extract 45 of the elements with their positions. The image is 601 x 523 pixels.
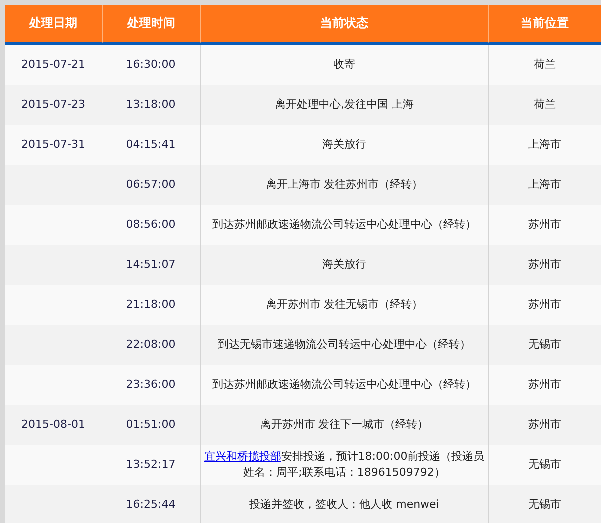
date-cell: 2015-07-21 (22, 57, 86, 73)
status-cell: 到达无锡市速递物流公司转运中心处理中心（经转） (218, 337, 471, 353)
status-cell: 离开处理中心,发往中国 上海 (275, 97, 414, 113)
time-cell: 06:57:00 (126, 177, 176, 193)
location-cell: 无锡市 (528, 457, 562, 473)
time-cell: 23:36:00 (126, 377, 176, 393)
location-cell: 上海市 (528, 137, 562, 153)
status-cell: 海关放行 (322, 257, 366, 273)
status-cell: 收寄 (334, 57, 356, 73)
date-cell: 2015-08-01 (22, 417, 86, 433)
status-cell: 投递并签收，签收人：他人收 menwei (250, 497, 440, 513)
date-cell: 2015-07-23 (22, 97, 86, 113)
status-cell: 离开苏州市 发往无锡市（经转） (266, 297, 424, 313)
location-cell: 荷兰 (534, 57, 556, 73)
time-cell: 16:30:00 (126, 57, 176, 73)
status-cell: 离开上海市 发往苏州市（经转） (266, 177, 424, 193)
location-cell: 苏州市 (528, 297, 562, 313)
time-cell: 22:08:00 (126, 337, 176, 353)
column-header: 当前状态 (200, 5, 488, 45)
location-cell: 无锡市 (528, 337, 562, 353)
status-cell: 宜兴和桥揽投部安排投递，预计18:00:00前投递（投递员姓名：周平;联系电话：18961509792） (204, 449, 485, 481)
column-header: 当前位置 (488, 5, 601, 45)
office-link[interactable]: 宜兴和桥揽投部 (204, 450, 282, 463)
status-cell: 离开苏州市 发往下一城市（经转） (260, 417, 429, 433)
status-cell: 海关放行 (322, 137, 366, 153)
time-cell: 13:18:00 (126, 97, 176, 113)
column-header: 处理日期 (5, 5, 102, 45)
time-cell: 13:52:17 (126, 457, 176, 473)
time-cell: 08:56:00 (126, 217, 176, 233)
location-cell: 苏州市 (528, 377, 562, 393)
location-cell: 荷兰 (534, 97, 556, 113)
location-cell: 苏州市 (528, 217, 562, 233)
date-cell: 2015-07-31 (22, 137, 86, 153)
location-cell: 无锡市 (528, 497, 562, 513)
time-cell: 16:25:44 (126, 497, 176, 513)
time-cell: 21:18:00 (126, 297, 176, 313)
status-cell: 到达苏州邮政速递物流公司转运中心处理中心（经转） (212, 377, 476, 393)
time-cell: 04:15:41 (126, 137, 176, 153)
time-cell: 14:51:07 (126, 257, 176, 273)
location-cell: 苏州市 (528, 417, 562, 433)
status-cell: 到达苏州邮政速递物流公司转运中心处理中心（经转） (212, 217, 476, 233)
column-header: 处理时间 (102, 5, 200, 45)
location-cell: 苏州市 (528, 257, 562, 273)
time-cell: 01:51:00 (126, 417, 176, 433)
location-cell: 上海市 (528, 177, 562, 193)
